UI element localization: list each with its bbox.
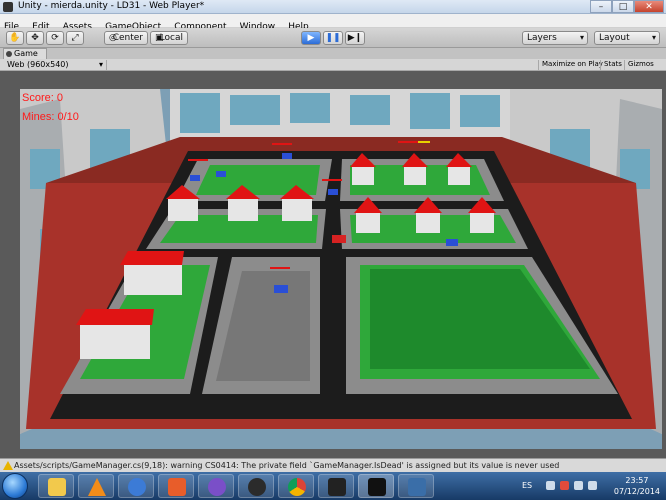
taskbar-app-unity-builder[interactable]	[398, 474, 434, 498]
scale-icon: ⤢	[71, 33, 79, 43]
move-icon: ✥	[31, 33, 39, 43]
panel-tab-bar	[0, 48, 666, 59]
close-button[interactable]: ✕	[634, 0, 664, 13]
rotate-icon: ⟳	[51, 33, 59, 43]
system-tray: ES 23:57 07/12/2014	[516, 472, 666, 500]
windows-taskbar: ES 23:57 07/12/2014	[0, 472, 666, 500]
resolution-dropdown[interactable]: Web (960x540)	[3, 60, 107, 70]
maximize-button[interactable]: □	[612, 0, 634, 13]
language-indicator[interactable]: ES	[522, 481, 532, 490]
folder-icon	[48, 478, 66, 496]
gizmos-dropdown[interactable]: Gizmos	[624, 60, 657, 70]
menu-bar: File Edit Assets GameObject Component Wi…	[0, 14, 666, 32]
unity-app-icon	[3, 2, 13, 12]
start-button[interactable]	[2, 473, 28, 499]
pivot-local-button[interactable]: ▣ Local	[150, 31, 188, 45]
layout-dropdown[interactable]: Layout	[594, 31, 660, 45]
title-bar: Unity - mierda.unity - LD31 - Web Player…	[0, 0, 666, 14]
status-message: Assets/scripts/GameManager.cs(9,18): war…	[14, 461, 560, 470]
play-button[interactable]: ▶	[301, 31, 321, 45]
tab-game[interactable]: Game	[3, 48, 47, 59]
game-view-toolbar: Web (960x540) Maximize on Play Stats Giz…	[0, 59, 666, 71]
taskbar-app-chrome[interactable]	[278, 474, 314, 498]
inkscape-icon	[328, 478, 346, 496]
taskbar-app-vlc[interactable]	[78, 474, 114, 498]
scale-tool-button[interactable]: ⤢	[66, 31, 84, 45]
yellow-marker	[418, 141, 430, 143]
warning-icon	[3, 461, 13, 470]
media-icon	[168, 478, 186, 496]
tray-arrow-icon[interactable]	[546, 481, 555, 490]
minimize-button[interactable]: –	[590, 0, 612, 13]
rotate-tool-button[interactable]: ⟳	[46, 31, 64, 45]
hand-tool-button[interactable]: ✋	[6, 31, 24, 45]
game-tab-icon	[6, 51, 12, 57]
thunderbird-icon	[128, 478, 146, 496]
taskbar-app-thunderbird[interactable]	[118, 474, 154, 498]
chrome-icon	[288, 478, 306, 496]
tor-icon	[208, 478, 226, 496]
play-icon: ▶	[307, 33, 315, 43]
unity-builder-icon	[408, 478, 426, 496]
console-status-bar[interactable]: Assets/scripts/GameManager.cs(9,18): war…	[0, 458, 666, 472]
score-label: Score: 0	[22, 92, 63, 104]
taskbar-app-unity[interactable]	[358, 474, 394, 498]
local-icon: ▣	[155, 33, 164, 43]
taskbar-app-explorer[interactable]	[38, 474, 74, 498]
taskbar-app-winamp[interactable]	[238, 474, 274, 498]
window-title: Unity - mierda.unity - LD31 - Web Player…	[18, 1, 205, 11]
game-tab-label: Game	[14, 49, 38, 58]
clock-time: 23:57	[625, 476, 649, 485]
taskbar-app-tor[interactable]	[198, 474, 234, 498]
hand-icon: ✋	[9, 33, 21, 43]
step-button[interactable]: ▶❙	[345, 31, 365, 45]
clock-date: 07/12/2014	[613, 487, 660, 496]
volume-icon[interactable]	[588, 481, 597, 490]
game-viewport[interactable]: Score: 0 Mines: 0/10	[0, 71, 666, 458]
toolbar: ✋ ✥ ⟳ ⤢ ◎Center ▣Local ▶ ❚❚ ▶❙ Layers La…	[0, 28, 666, 48]
taskbar-app-media[interactable]	[158, 474, 194, 498]
taskbar-app-inkscape[interactable]	[318, 474, 354, 498]
vlc-icon	[88, 478, 106, 496]
network-icon[interactable]	[574, 481, 583, 490]
stats-toggle[interactable]: Stats	[600, 60, 625, 70]
unity-icon	[368, 478, 386, 496]
pause-button[interactable]: ❚❚	[323, 31, 343, 45]
mines-label: Mines: 0/10	[22, 111, 79, 123]
pivot-icon: ◎	[109, 33, 117, 43]
pivot-label: Center	[112, 33, 143, 43]
move-tool-button[interactable]: ✥	[26, 31, 44, 45]
tray-flag-icon[interactable]	[560, 481, 569, 490]
game-scene	[20, 89, 662, 449]
pause-icon: ❚❚	[325, 33, 341, 43]
winamp-icon	[248, 478, 266, 496]
clock[interactable]: 23:57 07/12/2014	[614, 475, 660, 497]
player-car	[332, 235, 346, 243]
maximize-on-play-toggle[interactable]: Maximize on Play	[538, 60, 606, 70]
pivot-center-button[interactable]: ◎ Center	[104, 31, 148, 45]
layers-dropdown[interactable]: Layers	[522, 31, 588, 45]
step-icon: ▶❙	[347, 33, 363, 43]
